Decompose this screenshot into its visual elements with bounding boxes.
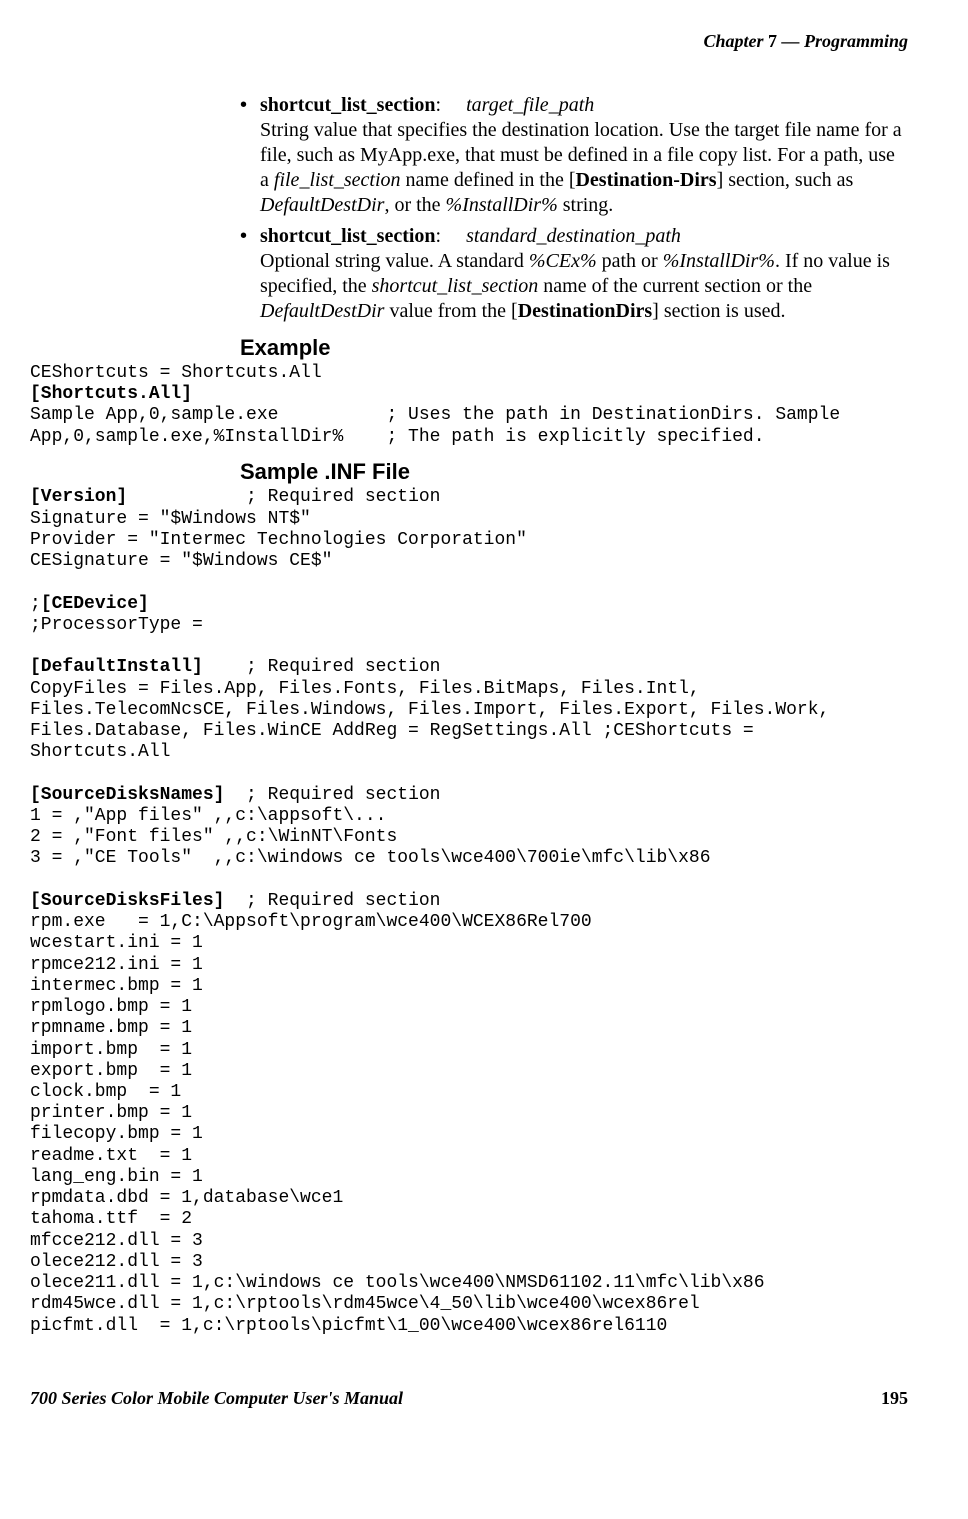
chapter-label: Chapter bbox=[703, 31, 763, 51]
code-text: 3 = ,"CE Tools" ,,c:\windows ce tools\wc… bbox=[30, 848, 711, 868]
example-heading: Example bbox=[240, 334, 908, 362]
code-text: olece211.dll = 1,c:\windows ce tools\wce… bbox=[30, 1273, 765, 1293]
code-text: Files.Database, Files.WinCE AddReg = Reg… bbox=[30, 721, 754, 741]
bullet-body: Optional string value. A standard %CEx% … bbox=[260, 249, 908, 324]
code-text: CopyFiles = Files.App, Files.Fonts, File… bbox=[30, 679, 700, 699]
code-section-header: [SourceDisksFiles] bbox=[30, 891, 224, 911]
code-text: ; Required section bbox=[127, 487, 440, 507]
code-text: rpmdata.dbd = 1,database\wce1 bbox=[30, 1188, 343, 1208]
code-text: Provider = "Intermec Technologies Corpor… bbox=[30, 530, 527, 550]
code-section-header: [CEDevice] bbox=[41, 594, 149, 614]
code-line: Sample App,0,sample.exe ; Uses the path … bbox=[30, 405, 840, 425]
code-text: Files.TelecomNcsCE, Files.Windows, Files… bbox=[30, 700, 829, 720]
code-text: olece212.dll = 3 bbox=[30, 1252, 203, 1272]
code-text: filecopy.bmp = 1 bbox=[30, 1124, 203, 1144]
chapter-title: Programming bbox=[804, 31, 908, 51]
code-text: intermec.bmp = 1 bbox=[30, 976, 203, 996]
code-text: tahoma.ttf = 2 bbox=[30, 1209, 192, 1229]
bullet-body: String value that specifies the destinat… bbox=[260, 118, 908, 218]
code-text: ;ProcessorType = bbox=[30, 615, 203, 635]
code-text: import.bmp = 1 bbox=[30, 1040, 192, 1060]
code-line: App,0,sample.exe,%InstallDir% ; The path… bbox=[30, 427, 765, 447]
code-line: CEShortcuts = Shortcuts.All bbox=[30, 363, 322, 383]
code-text: lang_eng.bin = 1 bbox=[30, 1167, 203, 1187]
code-text: rpmname.bmp = 1 bbox=[30, 1018, 192, 1038]
code-text: ; Required section bbox=[203, 657, 441, 677]
code-text: Shortcuts.All bbox=[30, 742, 170, 762]
code-text: wcestart.ini = 1 bbox=[30, 933, 203, 953]
manual-title: 700 Series Color Mobile Computer User's … bbox=[30, 1387, 403, 1410]
body-content: •shortcut_list_section: target_file_path… bbox=[240, 93, 908, 324]
code-section-header: [Version] bbox=[30, 487, 127, 507]
code-text: ; bbox=[30, 594, 41, 614]
bullet-arg: target_file_path bbox=[466, 94, 594, 116]
code-text: CESignature = "$Windows CE$" bbox=[30, 551, 332, 571]
code-section-header: [SourceDisksNames] bbox=[30, 785, 224, 805]
code-text: rpmlogo.bmp = 1 bbox=[30, 997, 192, 1017]
code-text: ; Required section bbox=[224, 785, 440, 805]
code-text: readme.txt = 1 bbox=[30, 1146, 192, 1166]
code-text: 1 = ,"App files" ,,c:\appsoft\... bbox=[30, 806, 386, 826]
code-text: picfmt.dll = 1,c:\rptools\picfmt\1_00\wc… bbox=[30, 1316, 667, 1336]
bullet-term: shortcut_list_section bbox=[260, 94, 436, 116]
page-header: Chapter 7 — Programming bbox=[30, 30, 908, 53]
chapter-number: 7 bbox=[768, 31, 777, 51]
code-text: mfcce212.dll = 3 bbox=[30, 1231, 203, 1251]
page-footer: 700 Series Color Mobile Computer User's … bbox=[30, 1387, 908, 1410]
code-text: rdm45wce.dll = 1,c:\rptools\rdm45wce\4_5… bbox=[30, 1294, 700, 1314]
sample-inf-heading: Sample .INF File bbox=[240, 458, 908, 486]
code-text: printer.bmp = 1 bbox=[30, 1103, 192, 1123]
code-text: export.bmp = 1 bbox=[30, 1061, 192, 1081]
code-text: rpmce212.ini = 1 bbox=[30, 955, 203, 975]
bullet-item: •shortcut_list_section: standard_destina… bbox=[240, 224, 908, 324]
example-code-block: CEShortcuts = Shortcuts.All [Shortcuts.A… bbox=[30, 363, 908, 448]
bullet-text: shortcut_list_section: standard_destinat… bbox=[260, 224, 908, 324]
code-text: Signature = "$Windows NT$" bbox=[30, 509, 311, 529]
bullet-arg: standard_destination_path bbox=[466, 225, 681, 247]
code-text: 2 = ,"Font files" ,,c:\WinNT\Fonts bbox=[30, 827, 397, 847]
bullet-item: •shortcut_list_section: target_file_path… bbox=[240, 93, 908, 218]
sample-inf-code-block: [Version] ; Required section Signature =… bbox=[30, 487, 908, 1336]
code-text: rpm.exe = 1,C:\Appsoft\program\wce400\WC… bbox=[30, 912, 592, 932]
code-text: clock.bmp = 1 bbox=[30, 1082, 181, 1102]
bullet-term: shortcut_list_section bbox=[260, 225, 436, 247]
code-section-header: [DefaultInstall] bbox=[30, 657, 203, 677]
bullet-icon: • bbox=[240, 93, 260, 218]
code-line: [Shortcuts.All] bbox=[30, 384, 192, 404]
page-number: 195 bbox=[881, 1387, 908, 1410]
bullet-text: shortcut_list_section: target_file_pathS… bbox=[260, 93, 908, 218]
bullet-icon: • bbox=[240, 224, 260, 324]
dash: — bbox=[781, 31, 799, 51]
code-text: ; Required section bbox=[224, 891, 440, 911]
